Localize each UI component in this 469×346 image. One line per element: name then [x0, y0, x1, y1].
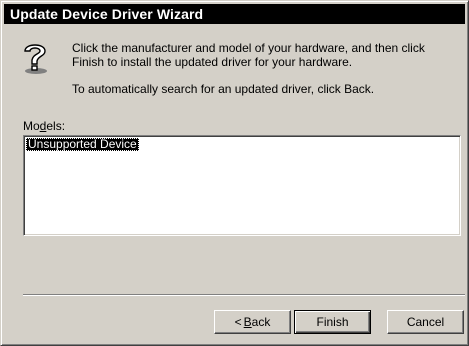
models-listbox[interactable]: Unsupported Device	[23, 135, 461, 236]
finish-button[interactable]: Finish	[294, 310, 371, 334]
back-button[interactable]: < Back	[214, 310, 291, 334]
question-mark-help-icon	[24, 44, 47, 74]
intro-text: Click the manufacturer and model of your…	[72, 41, 457, 96]
wizard-window: Update Device Driver Wizard Click the ma…	[0, 0, 469, 346]
back-hint-text: To automatically search for an updated d…	[72, 82, 375, 96]
cancel-button[interactable]: Cancel	[387, 310, 464, 334]
separator	[23, 294, 465, 296]
list-item-unsupported-device[interactable]: Unsupported Device	[26, 138, 139, 151]
instruction-text: Click the manufacturer and model of your…	[72, 41, 425, 69]
models-label: Models:	[23, 119, 66, 133]
window-title: Update Device Driver Wizard	[10, 6, 204, 22]
title-bar[interactable]: Update Device Driver Wizard	[4, 4, 465, 24]
